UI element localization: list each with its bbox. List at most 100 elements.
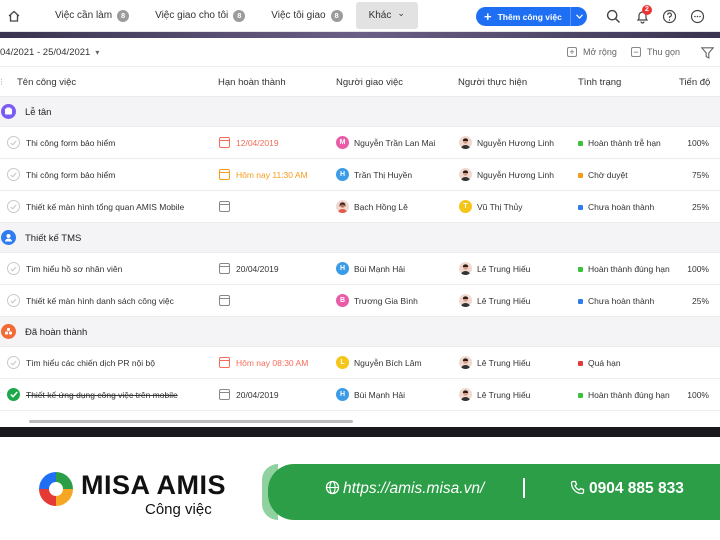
column-header[interactable]: Tình trạng [578,77,621,88]
collapse-button[interactable]: − Thu gọn [631,47,680,57]
table-row[interactable]: Tìm hiểu hồ sơ nhân viên 20/04/2019 H Bùi M… [0,253,720,285]
task-group[interactable]: Đã hoàn thành [0,317,720,347]
avatar: H [336,388,349,401]
avatar: H [336,168,349,181]
more-icon[interactable] [687,6,707,26]
table-row[interactable]: Thiết kế màn hình tổng quan AMIS Mobile B… [0,191,720,223]
tab-viec-giao-cho-toi[interactable]: Việc giao cho tôi 8 [142,0,258,32]
complete-checkbox[interactable] [7,262,20,275]
group-title: Đã hoàn thành [25,327,88,338]
task-assigner: Trương Gia Bình [354,296,418,306]
group-icon [1,324,16,339]
status-dot [578,267,583,272]
table-header: ⁝ Tên công việc Hạn hoàn thành Người gia… [0,67,720,97]
date-range-picker[interactable]: 04/2021 - 25/04/2021 ▾ [0,47,99,58]
task-list-panel: 04/2021 - 25/04/2021 ▾ + Mở rộng − Thu gọn … [0,38,720,427]
avatar: T [459,200,472,213]
complete-checkbox[interactable] [7,200,20,213]
phone-icon [570,480,585,500]
task-deadline: Hôm nay 11:30 AM [236,170,308,180]
calendar-icon [219,357,230,368]
app-root: Việc cần làm 8 Việc giao cho tôi 8 Việc tô… [0,0,720,540]
task-status: Hoàn thành đúng hạn [588,390,670,400]
task-assignee: Lê Trung Hiếu [477,390,531,400]
task-name[interactable]: Thi công form bảo hiểm [26,138,115,148]
complete-checkbox[interactable] [7,294,20,307]
task-name[interactable]: Tìm hiểu các chiến dịch PR nội bộ [26,358,155,368]
task-assigner: Nguyễn Bích Lâm [354,358,422,368]
avatar [459,356,472,369]
minus-square-icon: − [631,47,641,57]
task-assigner: Nguyễn Trần Lan Mai [354,138,436,148]
search-icon[interactable] [603,6,623,26]
chevron-down-icon[interactable] [570,7,587,26]
status-dot [578,141,583,146]
task-assignee: Nguyễn Hương Linh [477,170,554,180]
column-header[interactable]: Người thực hiện [458,77,527,88]
bell-icon[interactable]: 2 [632,5,652,26]
complete-checkbox[interactable] [7,168,20,181]
add-task-button[interactable]: + Thêm công việc [476,7,587,26]
task-status: Chưa hoàn thành [588,202,655,212]
globe-icon [325,480,340,500]
avatar [459,262,472,275]
task-progress: 100% [687,264,709,274]
task-name[interactable]: Thiết kế màn hình danh sách công việc [26,296,174,306]
tab-khac[interactable]: Khác ⌄ [355,2,418,29]
filter-icon[interactable] [700,46,715,64]
status-dot [578,299,583,304]
plus-icon: + [484,9,492,24]
calendar-icon [219,389,230,400]
column-header[interactable]: Tiến độ [679,77,710,88]
avatar [459,168,472,181]
home-icon[interactable] [0,0,28,32]
website-link[interactable]: https://amis.misa.vn/ [325,480,484,500]
task-group[interactable]: Thiết kế TMS [0,223,720,253]
task-name[interactable]: Thiết kế ứng dụng công việc trên mobile [26,390,178,400]
task-progress: 75% [691,170,709,180]
chevron-down-icon: ⌄ [397,8,405,18]
count-badge: 8 [117,9,130,22]
table-row[interactable]: Thiết kế màn hình danh sách công việc B Tr… [0,285,720,317]
task-group[interactable]: Lễ tân [0,97,720,127]
task-name[interactable]: Thiết kế màn hình tổng quan AMIS Mobile [26,202,184,212]
group-icon [1,104,16,119]
avatar [459,388,472,401]
table-row[interactable]: Thi công form bảo hiểm Hôm nay 11:30 AM H T… [0,159,720,191]
column-header[interactable]: Tên công việc [17,77,76,88]
task-deadline: Hôm nay 08:30 AM [236,358,309,368]
table-row[interactable]: Thiết kế ứng dụng công việc trên mobile 2… [0,379,720,411]
help-icon[interactable] [659,6,679,26]
group-icon [1,230,16,245]
phone-link[interactable]: 0904 885 833 [570,480,684,500]
column-header[interactable]: Người giao việc [336,77,403,88]
calendar-icon [219,169,230,180]
chevron-down-icon: ▾ [95,48,100,57]
tab-viec-toi-giao[interactable]: Việc tôi giao 8 [258,0,355,32]
task-progress: 25% [691,202,709,212]
horizontal-scrollbar[interactable] [29,420,353,423]
calendar-icon [219,295,230,306]
divider [523,478,525,498]
table-row[interactable]: Tìm hiểu các chiến dịch PR nội bộ Hôm nay… [0,347,720,379]
complete-checkbox[interactable] [7,356,20,369]
plus-square-icon: + [567,47,577,57]
task-name[interactable]: Tìm hiểu hồ sơ nhân viên [26,264,122,274]
complete-checkbox[interactable] [7,388,20,401]
task-assigner: Bùi Mạnh Hải [354,264,406,274]
table-row[interactable]: Thi công form bảo hiểm 12/04/2019 M Nguyễn … [0,127,720,159]
complete-checkbox[interactable] [7,136,20,149]
column-header[interactable]: Hạn hoàn thành [218,77,286,88]
avatar: M [336,136,349,149]
task-status: Chờ duyệt [588,170,628,180]
status-dot [578,173,583,178]
avatar [459,136,472,149]
expand-button[interactable]: + Mở rộng [567,47,617,57]
header-icon: ⁝ [0,77,4,88]
calendar-icon [219,137,230,148]
task-name[interactable]: Thi công form bảo hiểm [26,170,115,180]
task-progress: 100% [687,138,709,148]
task-status: Chưa hoàn thành [588,296,655,306]
task-assigner: Bùi Mạnh Hải [354,390,406,400]
tab-viec-can-lam[interactable]: Việc cần làm 8 [42,0,142,32]
